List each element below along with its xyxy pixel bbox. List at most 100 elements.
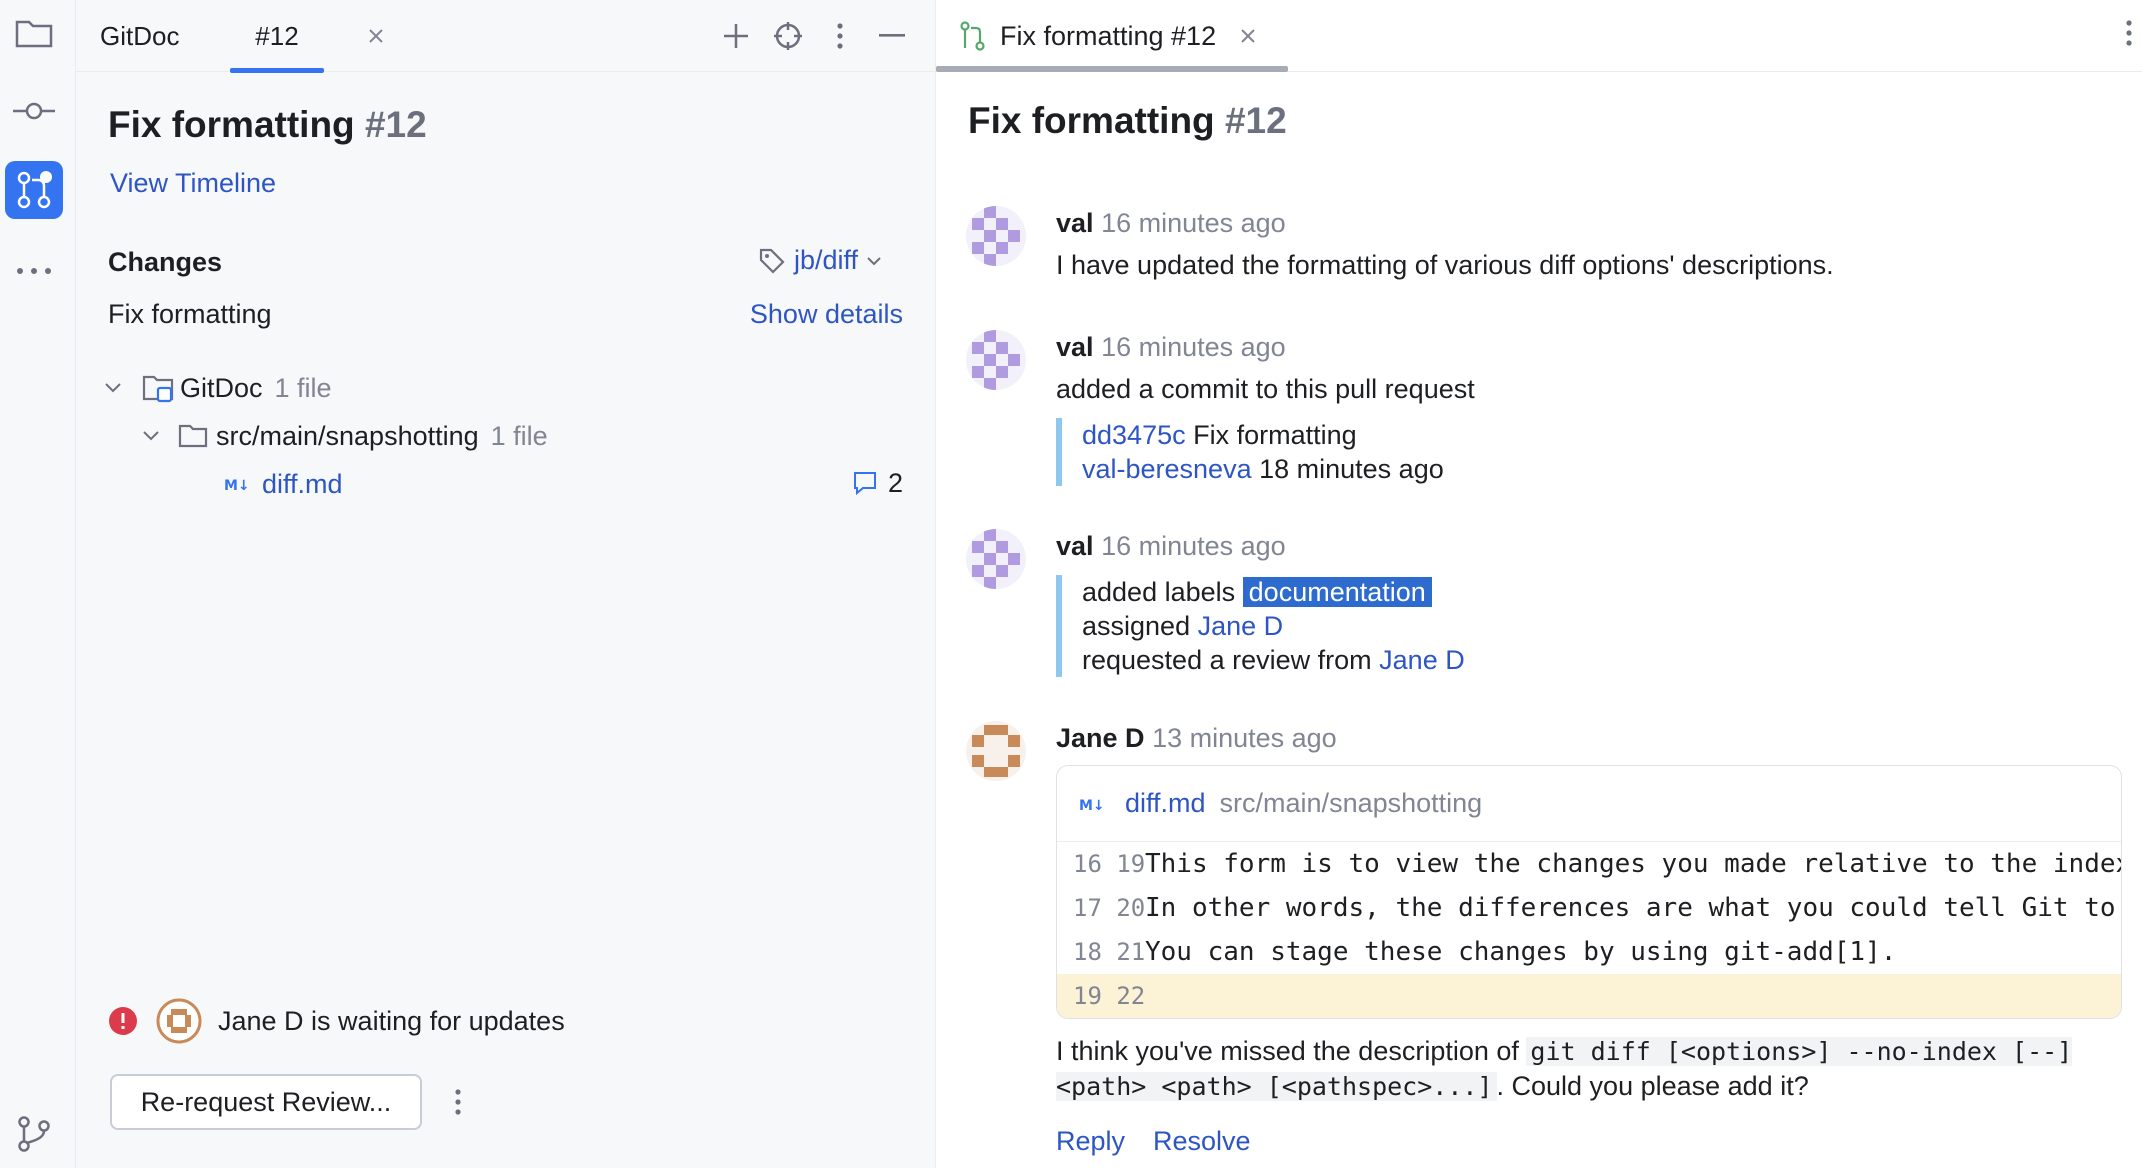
error-icon: [109, 1007, 137, 1035]
comment-icon: [854, 472, 876, 496]
status-text: Jane D is waiting for updates: [218, 1005, 565, 1036]
git-branch-icon[interactable]: [5, 1105, 63, 1163]
add-icon[interactable]: [714, 14, 758, 58]
comment-actions: Reply Resolve: [1056, 1126, 1251, 1157]
file-name: diff.md: [262, 468, 343, 499]
commit-user-link[interactable]: val-beresneva: [1082, 454, 1252, 484]
event-time: 16 minutes ago: [1101, 531, 1286, 561]
code-text: You can stage these changes by using git…: [1145, 937, 1897, 967]
branch-selector[interactable]: jb/diff: [758, 245, 882, 276]
event-description: I have updated the formatting of various…: [1056, 250, 1834, 280]
event-author[interactable]: val: [1056, 332, 1094, 362]
line-numbers: 16 19: [1073, 850, 1146, 878]
tab-gitdoc[interactable]: GitDoc: [100, 0, 179, 72]
event-description: added a commit to this pull request: [1056, 374, 1475, 404]
editor-tabbar: Fix formatting #12: [936, 0, 2142, 72]
tree-folder-row[interactable]: src/main/snapshotting 1 file: [142, 416, 548, 456]
event-time: 16 minutes ago: [1101, 208, 1286, 238]
snippet-path: src/main/snapshotting: [1219, 788, 1483, 818]
markdown-file-icon: M↓: [224, 478, 250, 493]
tree-folder-name: src/main/snapshotting: [216, 420, 479, 451]
val-avatar: [966, 529, 1026, 589]
more-actions-icon[interactable]: [444, 1088, 472, 1116]
project-folder-icon[interactable]: [5, 4, 63, 62]
code-line: 18 21 You can stage these changes by usi…: [1057, 930, 2121, 974]
jane-avatar: [966, 721, 1026, 781]
commit-block: dd3475c Fix formatting val-beresneva 18 …: [1056, 418, 1444, 486]
event-author[interactable]: Jane D: [1056, 723, 1145, 753]
chevron-down-icon: [867, 256, 881, 265]
event-header: val 16 minutes ago: [1056, 332, 1286, 363]
pr-title-text: Fix formatting: [108, 104, 355, 145]
activity-bar: [0, 0, 76, 1168]
markdown-file-icon: M↓: [1079, 798, 1105, 813]
assignee-link[interactable]: Jane D: [1198, 611, 1284, 641]
close-tab-icon[interactable]: [1240, 28, 1256, 44]
pull-request-panel: GitDoc #12 Fix formatting #12 View Timel…: [76, 0, 956, 1168]
active-tab-indicator: [230, 68, 324, 73]
minimize-icon[interactable]: [870, 14, 914, 58]
diff-snippet-header: M↓ diff.md src/main/snapshotting: [1057, 766, 2121, 842]
event-header: val 16 minutes ago: [1056, 208, 1286, 239]
folder-icon: [178, 424, 208, 448]
pull-requests-icon[interactable]: [5, 161, 63, 219]
tab-pr-timeline[interactable]: Fix formatting #12: [960, 0, 1256, 72]
svg-text:M↓: M↓: [224, 478, 250, 493]
event-header: Jane D 13 minutes ago: [1056, 723, 1337, 754]
commit-message: Fix formatting: [1193, 420, 1357, 450]
event-author[interactable]: val: [1056, 531, 1094, 561]
panel-tabbar: GitDoc #12: [76, 0, 935, 73]
active-tab-indicator: [936, 66, 1288, 72]
pr-title-text: Fix formatting: [968, 100, 1215, 141]
tree-root-row[interactable]: GitDoc 1 file: [104, 368, 332, 408]
reply-link[interactable]: Reply: [1056, 1126, 1125, 1157]
tree-folder-count: 1 file: [490, 420, 548, 451]
review-status: Jane D is waiting for updates: [108, 998, 565, 1044]
added-labels-text: added labels: [1082, 577, 1236, 607]
tab-label: #12: [255, 20, 299, 51]
tree-file-row[interactable]: M↓ diff.md 2: [224, 464, 956, 504]
close-tab-icon[interactable]: [354, 14, 398, 58]
more-tools-icon[interactable]: [5, 242, 63, 300]
val-avatar: [966, 206, 1026, 266]
label-assign-block: added labels documentation assigned Jane…: [1056, 575, 1465, 677]
jane-avatar: [156, 998, 202, 1044]
comment-count: 2: [888, 468, 904, 498]
branch-name: jb/diff: [794, 245, 859, 275]
event-time: 16 minutes ago: [1101, 332, 1286, 362]
timeline-panel: Fix formatting #12 Fix formatting #12 va…: [936, 0, 2142, 1168]
tab-label: Fix formatting #12: [1000, 20, 1217, 51]
comment-text: . Could you please add it?: [1496, 1071, 1809, 1101]
commit-icon[interactable]: [5, 82, 63, 140]
code-text: This form is to view the changes you mad…: [1145, 849, 2122, 879]
code-line: 16 19 This form is to view the changes y…: [1057, 842, 2121, 886]
line-numbers: 18 21: [1073, 938, 1146, 966]
resolve-link[interactable]: Resolve: [1153, 1126, 1251, 1157]
val-avatar: [966, 330, 1026, 390]
view-timeline-link[interactable]: View Timeline: [110, 168, 276, 199]
pr-title: Fix formatting #12: [108, 104, 427, 146]
more-options-icon[interactable]: [818, 14, 862, 58]
tab-pr-12[interactable]: #12: [230, 0, 324, 73]
locate-icon[interactable]: [766, 14, 810, 58]
rerequest-review-button[interactable]: Re-request Review...: [110, 1074, 422, 1130]
event-header: val 16 minutes ago: [1056, 531, 1286, 562]
commit-time: 18 minutes ago: [1259, 454, 1444, 484]
comment-text: I think you've missed the description of: [1056, 1036, 1527, 1066]
svg-text:M↓: M↓: [1079, 798, 1105, 813]
reviewer-link[interactable]: Jane D: [1379, 645, 1465, 675]
assigned-text: assigned: [1082, 611, 1191, 641]
tree-root-count: 1 file: [274, 372, 332, 403]
tree-root-name: GitDoc: [180, 372, 263, 403]
chevron-down-icon: [143, 431, 159, 441]
editor-more-icon[interactable]: [2126, 20, 2132, 51]
changes-heading: Changes: [108, 247, 223, 277]
review-comment: I think you've missed the description of…: [1056, 1034, 2116, 1104]
label-documentation[interactable]: documentation: [1242, 577, 1432, 607]
tag-icon: [759, 248, 785, 274]
show-details-link[interactable]: Show details: [750, 299, 903, 330]
commit-hash-link[interactable]: dd3475c: [1082, 420, 1186, 450]
snippet-file-link[interactable]: diff.md: [1125, 788, 1206, 819]
event-author[interactable]: val: [1056, 208, 1094, 238]
tab-label: GitDoc: [100, 20, 180, 51]
